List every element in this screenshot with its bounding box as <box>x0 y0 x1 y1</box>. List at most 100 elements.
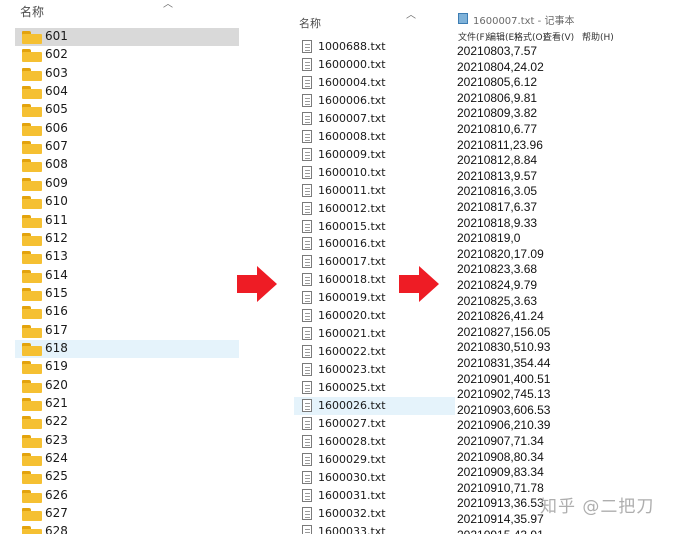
menu-item[interactable]: 查看(V) <box>543 30 574 43</box>
file-label: 1000688.txt <box>318 40 386 53</box>
folder-label: 614 <box>45 267 68 282</box>
text-file-icon <box>302 57 312 71</box>
text-file-icon <box>302 93 312 107</box>
folder-item[interactable]: 611 <box>15 212 239 230</box>
folder-item[interactable]: 610 <box>15 193 239 211</box>
folder-icon <box>22 251 42 265</box>
folder-item[interactable]: 617 <box>15 322 239 340</box>
folder-label: 621 <box>45 396 68 410</box>
file-item[interactable]: 1600000.txt <box>294 56 455 74</box>
folder-item[interactable]: 628 <box>15 523 239 534</box>
text-line: 20210805,6.12 <box>457 75 538 90</box>
file-item[interactable]: 1600004.txt <box>294 74 455 92</box>
file-item[interactable]: 1600032.txt <box>294 505 455 523</box>
folder-icon <box>22 104 42 118</box>
folder-item[interactable]: 604 <box>15 83 239 101</box>
folder-pane: 名称 ︿ 601 602 603 604 605 606 607 608 609 610 611 61… <box>0 0 242 534</box>
menu-item[interactable]: 文件(F) <box>458 30 488 43</box>
text-line: 20210906,210.39 <box>457 418 551 433</box>
folder-item[interactable]: 613 <box>15 248 239 266</box>
file-item[interactable]: 1600022.txt <box>294 343 455 361</box>
file-item[interactable]: 1600033.txt <box>294 523 455 534</box>
text-file-icon <box>302 111 312 125</box>
folder-item[interactable]: 605 <box>15 101 239 119</box>
folder-icon <box>22 453 42 467</box>
file-item[interactable]: 1600011.txt <box>294 182 455 200</box>
folder-label: 627 <box>45 506 68 521</box>
folder-item[interactable]: 614 <box>15 267 239 285</box>
folder-icon <box>22 471 42 485</box>
file-label: 1600010.txt <box>318 165 386 179</box>
file-item[interactable]: 1600012.txt <box>294 200 455 218</box>
folder-item[interactable]: 618 <box>15 339 239 358</box>
folder-item[interactable]: 624 <box>15 450 239 468</box>
file-item[interactable]: 1600007.txt <box>294 110 455 128</box>
file-label: 1600011.txt <box>318 183 386 197</box>
file-item[interactable]: 1600008.txt <box>294 128 455 146</box>
menu-item[interactable]: 帮助(H) <box>582 30 614 43</box>
chevron-up-icon[interactable]: ︿ <box>163 0 173 10</box>
folder-item[interactable]: 609 <box>15 175 239 193</box>
name-column-header[interactable]: 名称 <box>299 15 321 31</box>
file-label: 1600026.txt <box>318 399 386 412</box>
file-item[interactable]: 1600030.txt <box>294 469 455 487</box>
file-label: 1600023.txt <box>318 363 386 377</box>
file-item[interactable]: 1600017.txt <box>294 253 455 271</box>
folder-icon <box>22 398 42 411</box>
folder-item[interactable]: 616 <box>15 303 239 321</box>
text-file-icon <box>302 129 312 143</box>
file-item[interactable]: 1600027.txt <box>294 415 455 433</box>
folder-item[interactable]: 623 <box>15 432 239 450</box>
folder-item[interactable]: 603 <box>15 65 239 83</box>
file-label: 1600028.txt <box>318 434 386 448</box>
file-item[interactable]: 1600006.txt <box>294 92 455 110</box>
folder-icon <box>22 159 42 173</box>
file-item[interactable]: 1600031.txt <box>294 487 455 505</box>
file-item[interactable]: 1600018.txt <box>294 271 455 289</box>
folder-icon <box>22 379 42 393</box>
file-item[interactable]: 1600009.txt <box>294 146 455 164</box>
file-item[interactable]: 1600019.txt <box>294 289 455 307</box>
folder-label: 607 <box>45 139 68 154</box>
folder-item[interactable]: 608 <box>15 156 239 174</box>
folder-item[interactable]: 626 <box>15 487 239 505</box>
folder-item[interactable]: 601 <box>15 28 239 46</box>
file-item[interactable]: 1600020.txt <box>294 307 455 325</box>
folder-item[interactable]: 627 <box>15 505 239 523</box>
text-file-icon <box>302 327 312 341</box>
notepad-icon <box>458 13 468 24</box>
file-item[interactable]: 1600028.txt <box>294 433 455 451</box>
folder-item[interactable]: 606 <box>15 120 239 138</box>
folder-item[interactable]: 615 <box>15 285 239 303</box>
folder-label: 610 <box>45 194 68 209</box>
file-item[interactable]: 1600026.txt <box>294 397 455 415</box>
folder-item[interactable]: 607 <box>15 138 239 156</box>
folder-label: 609 <box>45 175 68 190</box>
file-item[interactable]: 1600023.txt <box>294 361 455 379</box>
text-file-icon <box>302 219 312 233</box>
menu-item[interactable]: 格式(O) <box>514 30 546 43</box>
name-column-header[interactable]: 名称 <box>20 3 44 20</box>
folder-item[interactable]: 612 <box>15 230 239 248</box>
file-label: 1600000.txt <box>318 57 386 71</box>
folder-item[interactable]: 620 <box>15 377 239 395</box>
file-item[interactable]: 1600010.txt <box>294 164 455 182</box>
file-item[interactable]: 1600029.txt <box>294 451 455 469</box>
file-item[interactable]: 1600015.txt <box>294 218 455 236</box>
folder-item[interactable]: 621 <box>15 395 239 413</box>
file-label: 1600025.txt <box>318 381 386 395</box>
folder-item[interactable]: 619 <box>15 358 239 376</box>
folder-item[interactable]: 622 <box>15 413 239 431</box>
file-label: 1600004.txt <box>318 75 386 89</box>
text-line: 20210902,745.13 <box>457 387 551 402</box>
text-line: 20210804,24.02 <box>457 59 544 74</box>
file-item[interactable]: 1600021.txt <box>294 325 455 343</box>
file-item[interactable]: 1000688.txt <box>294 38 455 56</box>
folder-item[interactable]: 625 <box>15 468 239 486</box>
file-item[interactable]: 1600016.txt <box>294 235 455 253</box>
folder-item[interactable]: 602 <box>15 46 239 64</box>
text-file-icon <box>302 237 312 251</box>
file-item[interactable]: 1600025.txt <box>294 379 455 397</box>
text-file-icon <box>302 201 312 215</box>
chevron-up-icon[interactable]: ︿ <box>406 6 416 21</box>
